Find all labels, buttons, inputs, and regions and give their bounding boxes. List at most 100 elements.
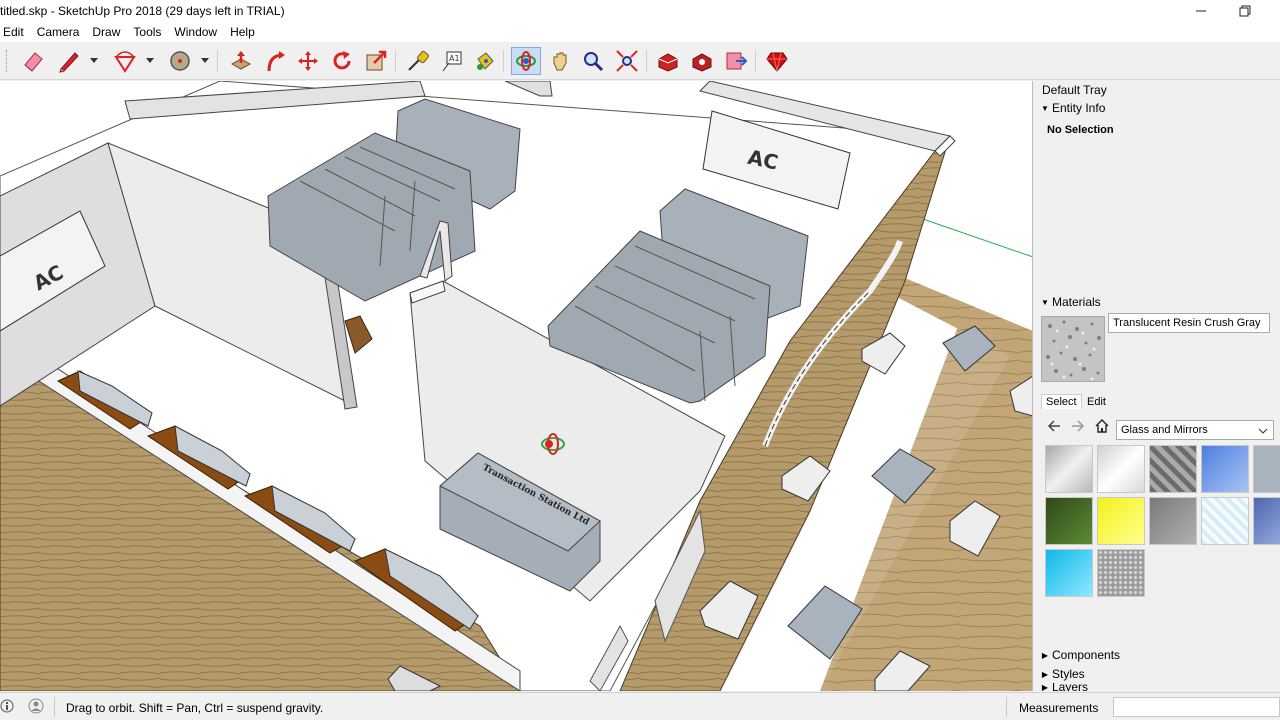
window-title: titled.skp - SketchUp Pro 2018 (29 days … (0, 4, 285, 18)
measurements-label: Measurements (1019, 701, 1099, 715)
swatch-7[interactable] (1097, 497, 1145, 545)
scale-tool[interactable] (361, 47, 391, 75)
arc-dropdown[interactable] (145, 55, 155, 67)
pan-tool[interactable] (545, 47, 575, 75)
status-message: Drag to orbit. Shift = Pan, Ctrl = suspe… (66, 701, 324, 715)
swatch-10[interactable] (1253, 497, 1280, 545)
forward-button[interactable] (1071, 419, 1089, 435)
chevron-down-icon (146, 58, 154, 63)
menu-edit[interactable]: Edit (3, 22, 24, 42)
tray-title: Default Tray (1042, 83, 1107, 97)
menu-window[interactable]: Window (174, 22, 217, 42)
styles-title: Styles (1052, 667, 1085, 681)
eraser-tool[interactable] (18, 47, 48, 75)
menu-help[interactable]: Help (230, 22, 255, 42)
materials-header[interactable]: ▼ Materials (1038, 293, 1280, 311)
extension-warehouse-tool[interactable] (687, 47, 717, 75)
swatch-8[interactable] (1149, 497, 1197, 545)
toolbar-separator (646, 50, 647, 72)
collapse-triangle-icon: ▼ (1041, 103, 1049, 113)
rotate-tool[interactable] (327, 47, 357, 75)
menu-tools[interactable]: Tools (133, 22, 161, 42)
minimize-button[interactable] (1178, 0, 1224, 22)
scale-icon (366, 50, 387, 71)
paint-bucket-tool[interactable] (469, 47, 499, 75)
expand-triangle-icon: ▶ (1041, 650, 1049, 660)
follow-me-tool[interactable] (260, 47, 290, 75)
pencil-dropdown[interactable] (89, 55, 99, 67)
material-name-field[interactable]: Translucent Resin Crush Gray (1108, 313, 1270, 333)
swatch-4[interactable] (1201, 445, 1249, 493)
layers-header[interactable]: ▶ Layers (1038, 683, 1280, 691)
circle-icon (170, 51, 190, 71)
material-library-select[interactable]: Glass and Mirrors (1116, 420, 1274, 440)
send-to-layout-tool[interactable] (721, 47, 751, 75)
send-to-layout-icon (726, 52, 748, 70)
material-texture (1042, 317, 1104, 381)
expand-triangle-icon: ▶ (1041, 683, 1049, 691)
materials-tab-select[interactable]: Select (1041, 394, 1082, 409)
circle-dropdown[interactable] (200, 55, 210, 67)
extension-warehouse-icon (692, 53, 712, 72)
circle-tool[interactable] (165, 47, 195, 75)
zoom-icon (584, 52, 604, 72)
material-preview[interactable] (1041, 316, 1105, 382)
toolbar-separator (503, 50, 504, 72)
back-wall-post (504, 81, 553, 97)
back-button[interactable] (1047, 419, 1065, 435)
menu-camera[interactable]: Camera (37, 22, 80, 42)
toolbar-separator (395, 50, 396, 72)
geo-location-button[interactable] (0, 699, 16, 715)
toolbar-grip[interactable] (6, 50, 9, 72)
text-tool[interactable]: A1 (437, 47, 467, 75)
styles-header[interactable]: ▶ Styles (1038, 665, 1280, 683)
tape-measure-icon (408, 50, 429, 71)
menu-draw[interactable]: Draw (92, 22, 120, 42)
tape-measure-tool[interactable] (403, 47, 433, 75)
push-pull-icon (230, 51, 252, 70)
arrow-right-icon (1072, 420, 1085, 432)
ruby-console-tool[interactable] (762, 47, 792, 75)
rotate-icon (333, 51, 351, 70)
materials-tab-edit[interactable]: Edit (1083, 395, 1110, 409)
arc-icon (114, 51, 136, 73)
home-button[interactable] (1094, 418, 1112, 436)
zoom-tool[interactable] (578, 47, 608, 75)
components-header[interactable]: ▶ Components (1038, 646, 1280, 664)
expand-triangle-icon: ▶ (1041, 669, 1049, 679)
text-icon: A1 (442, 51, 462, 72)
pencil-tool[interactable] (54, 47, 84, 75)
arrow-left-icon (1047, 420, 1060, 432)
arc-tool[interactable] (110, 47, 140, 75)
swatch-9[interactable] (1201, 497, 1249, 545)
zoom-extents-icon (616, 50, 638, 72)
ruby-icon (766, 52, 788, 72)
chevron-down-icon (1258, 428, 1268, 434)
swatch-5[interactable] (1253, 445, 1280, 493)
status-separator (1006, 697, 1007, 717)
swatch-1[interactable] (1045, 445, 1093, 493)
chevron-down-icon (201, 58, 209, 63)
collapse-triangle-icon: ▼ (1041, 297, 1049, 307)
large-tool-set: A1 (0, 42, 1280, 80)
swatch-3[interactable] (1149, 445, 1197, 493)
entity-info-header[interactable]: ▼ Entity Info (1038, 99, 1280, 117)
orbit-tool[interactable] (511, 47, 541, 75)
drawing-viewport[interactable]: AC AC Transaction Station Ltd (0, 81, 1033, 691)
swatch-6[interactable] (1045, 497, 1093, 545)
material-swatch-grid (1042, 444, 1280, 604)
credits-button[interactable] (28, 698, 46, 716)
components-title: Components (1052, 648, 1121, 662)
measurements-input[interactable] (1113, 697, 1280, 717)
push-pull-tool[interactable] (226, 47, 256, 75)
swatch-11[interactable] (1045, 549, 1093, 597)
warehouse-icon (658, 53, 678, 72)
move-tool[interactable] (293, 47, 323, 75)
restore-button[interactable] (1222, 0, 1268, 22)
selection-status: No Selection (1047, 124, 1114, 136)
model-scene: AC AC Transaction Station Ltd (0, 81, 1032, 691)
warehouse-tool[interactable] (653, 47, 683, 75)
zoom-extents-tool[interactable] (612, 47, 642, 75)
swatch-2[interactable] (1097, 445, 1145, 493)
swatch-12[interactable] (1097, 549, 1145, 597)
